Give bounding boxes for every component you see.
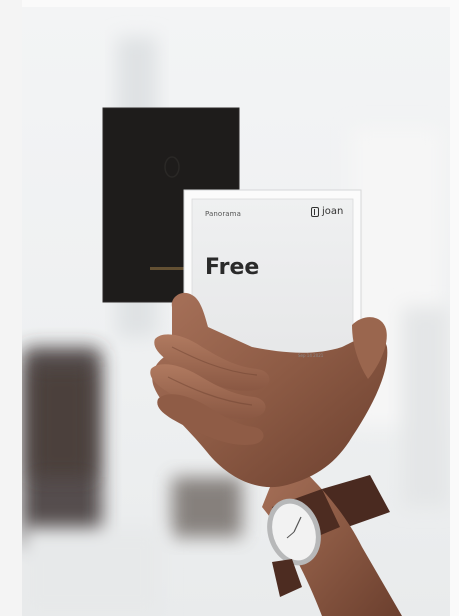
room-status: Free (205, 255, 260, 280)
brand-name: joan (322, 206, 344, 217)
brand-logo: joan (311, 206, 343, 217)
product-photo: Panorama joan Free Sep 14 2021 (22, 7, 450, 616)
joan-logo-icon (311, 206, 319, 217)
page-margin (0, 0, 22, 616)
photo-scene (22, 7, 450, 616)
room-name: Panorama (205, 210, 241, 218)
display-date: Sep 14 2021 (298, 353, 324, 358)
